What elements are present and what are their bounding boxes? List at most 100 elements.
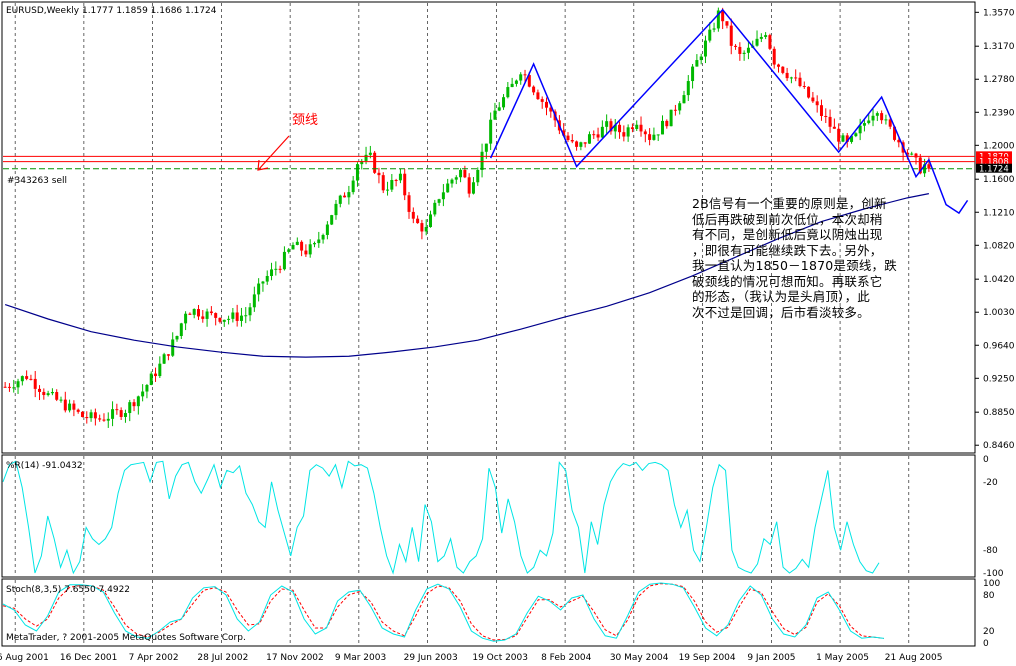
candle-body [927, 164, 931, 169]
candle-body [343, 195, 347, 198]
candle-body [29, 378, 33, 380]
y-tick-label: 1.2000 [983, 141, 1015, 151]
candle-body [828, 116, 832, 127]
candle-body [497, 107, 501, 111]
x-tick-label: 9 Jan 2005 [747, 653, 795, 662]
candle-body [523, 74, 527, 76]
candle-body [493, 110, 497, 120]
note-line: 破颈线的情况可想而知。再联系它 [692, 273, 883, 289]
note-line: 低后再跌破到前次低位，本次却稍 [692, 211, 883, 227]
candle-body [626, 127, 630, 137]
y-tick-label: 1.2780 [983, 75, 1015, 85]
candle-body [239, 315, 243, 321]
candle-body [132, 402, 136, 407]
note-line: 次不过是回调，后市看淡较多。 [692, 304, 870, 320]
candle-body [386, 189, 390, 191]
y-tick-label: 1.2390 [983, 108, 1015, 118]
candle-body [437, 199, 441, 203]
candle-body [16, 381, 20, 388]
candle-body [381, 175, 385, 191]
candle-body [441, 192, 445, 200]
x-tick-label: 8 Feb 2004 [541, 653, 592, 662]
candle-body [115, 409, 119, 411]
y-tick-label: 0.9640 [983, 341, 1015, 351]
chart-window[interactable]: 1.18701.18081.1724 26 Aug 200116 Dec 200… [0, 0, 1016, 663]
candle-body [398, 173, 402, 181]
candle-body [867, 120, 871, 124]
candle-body [128, 402, 132, 414]
x-tick-label: 26 Aug 2001 [0, 653, 49, 662]
x-tick-label: 16 Dec 2001 [60, 653, 118, 662]
candle-body [484, 143, 488, 152]
candle-body [506, 87, 510, 98]
candle-body [119, 410, 123, 417]
candle-body [390, 180, 394, 190]
candle-body [454, 177, 458, 180]
candle-body [252, 294, 256, 308]
candle-body [373, 152, 377, 173]
candle-body [351, 180, 355, 193]
x-tick-label: 1 May 2005 [816, 653, 869, 662]
candle-body [394, 180, 398, 182]
stoch-label: Stoch(8,3,5) 7.6550 7.4922 [6, 585, 130, 595]
stoch-tick-label: 20 [983, 627, 995, 637]
candle-body [20, 376, 24, 382]
candle-body [136, 396, 140, 407]
y-tick-label: 0.8460 [983, 441, 1015, 451]
candle-body [270, 269, 274, 276]
candle-body [106, 418, 110, 421]
candle-body [510, 83, 514, 88]
candle-body [781, 66, 785, 73]
candle-body [712, 28, 716, 30]
candle-body [862, 123, 866, 126]
note-line: ，即很有可能继续跌下去。另外， [692, 242, 883, 258]
candle-body [673, 109, 677, 111]
candle-body [46, 393, 50, 396]
candle-body [540, 99, 544, 102]
x-tick-label: 19 Sep 2004 [679, 653, 736, 662]
candle-body [824, 115, 828, 117]
candle-body [519, 74, 523, 81]
neckline-annotation: 颈线 [292, 113, 318, 128]
order-label[interactable]: #343263 sell [7, 176, 67, 186]
candle-body [755, 38, 759, 46]
candle-body [635, 124, 639, 129]
candle-body [321, 234, 325, 240]
candle-body [33, 378, 37, 389]
candle-body [231, 312, 235, 319]
candle-body [463, 169, 467, 178]
candle-body [854, 133, 858, 137]
chart-canvas[interactable]: 1.18701.18081.1724 26 Aug 200116 Dec 200… [0, 0, 1016, 663]
y-tick-label: 1.3570 [983, 8, 1015, 18]
candle-body [282, 251, 286, 270]
candle-body [12, 387, 16, 389]
candle-body [141, 391, 145, 397]
candle-body [25, 376, 29, 379]
main-header: EURUSD,Weekly 1.1777 1.1859 1.1686 1.172… [6, 6, 217, 16]
candle-body [205, 311, 209, 319]
candle-body [789, 77, 793, 79]
candle-body [746, 47, 750, 53]
candle-body [678, 103, 682, 111]
candle-body [605, 121, 609, 127]
y-tick-label: 0.9250 [983, 374, 1015, 384]
candle-body [98, 418, 102, 420]
candle-body [686, 81, 690, 96]
candle-body [407, 195, 411, 212]
candle-body [575, 141, 579, 147]
candle-body [648, 134, 652, 140]
candle-body [175, 336, 179, 340]
candle-body [794, 77, 798, 79]
candle-body [884, 119, 888, 121]
candle-body [592, 134, 596, 136]
candle-body [265, 275, 269, 282]
candle-body [587, 134, 591, 144]
y-tick-label: 0.8850 [983, 408, 1015, 418]
candle-body [68, 403, 72, 411]
candle-body [807, 86, 811, 98]
candle-body [111, 409, 115, 419]
candle-body [532, 86, 536, 93]
stoch-tick-label: 100 [983, 579, 1000, 589]
candle-body [772, 48, 776, 65]
candle-body [459, 169, 463, 178]
